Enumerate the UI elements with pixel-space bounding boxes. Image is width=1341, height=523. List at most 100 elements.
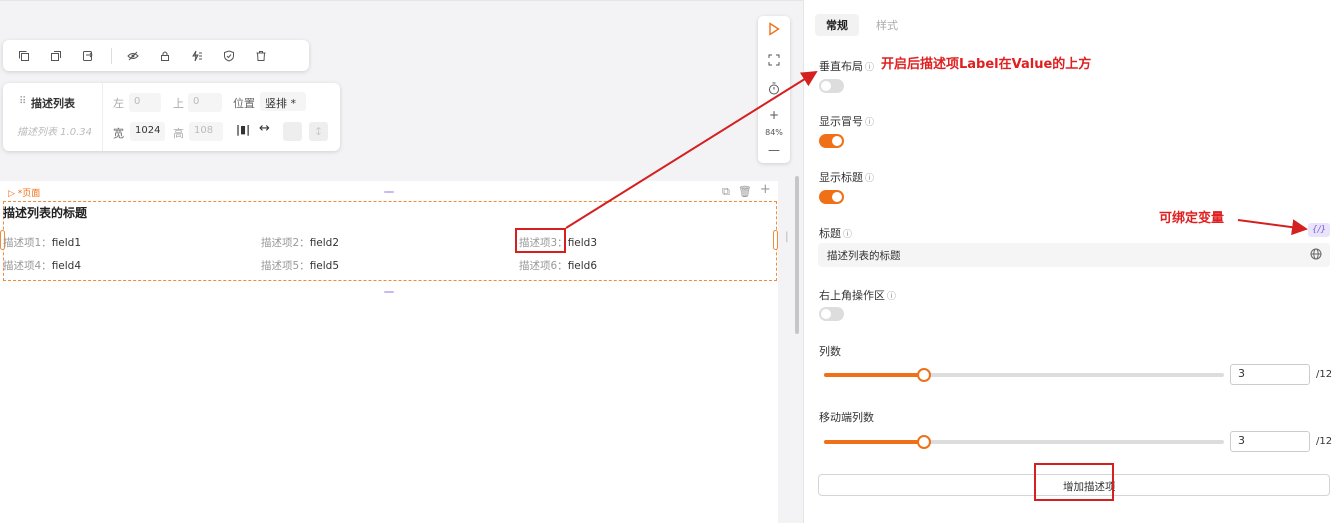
title-field: 标题 ⓘ <box>819 225 852 241</box>
desc-item-value: field4 <box>51 260 82 272</box>
vertical-scrollbar[interactable] <box>795 176 799 334</box>
toggle-knob <box>832 192 842 202</box>
height-label: 高 <box>173 127 184 140</box>
desc-item-label: 描述项4： <box>3 260 52 272</box>
toolbar-divider <box>111 47 112 64</box>
height-input[interactable]: 108 <box>189 122 223 141</box>
shield-icon[interactable] <box>218 45 240 67</box>
tab-general[interactable]: 常规 <box>815 14 859 36</box>
toggle-knob <box>821 81 831 91</box>
event-icon[interactable] <box>186 45 208 67</box>
left-label: 左 <box>113 97 124 110</box>
delete-icon[interactable]: 🗑 <box>738 185 752 199</box>
top-right-actions-toggle[interactable] <box>819 307 844 321</box>
description-list-title: 描述列表的标题 <box>3 206 88 220</box>
info-icon[interactable]: ⓘ <box>865 63 874 73</box>
annotation-box-item3 <box>515 228 566 253</box>
component-properties-card: ⠿ 描述列表 描述列表 1.0.34 左 0 上 0 位置 竖排 * 宽 102… <box>3 83 340 151</box>
position-label: 位置 <box>233 97 255 110</box>
right-resize-handle[interactable] <box>773 230 778 250</box>
annotation-vertical-layout: 开启后描述项Label在Value的上方 <box>881 57 1092 72</box>
desc-item-value: field1 <box>51 237 82 249</box>
bind-variable-button[interactable]: {/} <box>1308 223 1330 237</box>
bottom-drag-handle[interactable] <box>384 291 394 293</box>
eye-off-icon[interactable] <box>122 45 144 67</box>
desc-item-5: 描述项5：field5 <box>261 258 339 273</box>
show-colon-label: 显示冒号 <box>819 115 863 128</box>
align-icon[interactable]: |▮| <box>236 123 250 136</box>
slider-thumb[interactable] <box>917 435 931 449</box>
mobile-columns-slider[interactable] <box>824 435 1224 449</box>
zoom-in-icon[interactable]: + <box>758 108 790 122</box>
position-select[interactable]: 竖排 * <box>260 92 306 111</box>
play-icon[interactable] <box>758 22 790 39</box>
vertical-layout-label: 垂直布局 <box>819 60 863 73</box>
title-label: 标题 <box>819 227 841 240</box>
component-toolbar <box>3 40 309 71</box>
timer-icon[interactable] <box>758 82 790 98</box>
description-list-component[interactable] <box>3 201 777 281</box>
copy-icon[interactable] <box>13 45 35 67</box>
mobile-columns-input[interactable]: 3 <box>1230 431 1310 452</box>
desc-item-2: 描述项2：field2 <box>261 235 339 250</box>
stretch-icon[interactable]: ↔ <box>259 121 270 136</box>
zoom-level: 84% <box>765 128 783 137</box>
slider-thumb[interactable] <box>917 368 931 382</box>
delete-icon[interactable] <box>250 45 272 67</box>
top-right-actions-label: 右上角操作区 <box>819 289 885 302</box>
zoom-controls: + 84% — <box>758 16 790 163</box>
top-label: 上 <box>173 97 184 110</box>
desc-item-value: field2 <box>309 237 340 249</box>
top-right-actions-field: 右上角操作区 ⓘ <box>819 287 896 303</box>
copy-icon[interactable]: ⧉ <box>722 185 730 199</box>
desc-item-value: field3 <box>567 237 598 249</box>
show-colon-toggle[interactable] <box>819 134 844 148</box>
component-header-actions: ⧉ 🗑 + <box>722 182 771 199</box>
show-title-toggle[interactable] <box>819 190 844 204</box>
slider-fill <box>824 373 924 377</box>
info-icon[interactable]: ⓘ <box>843 230 852 240</box>
toggle-knob <box>832 136 842 146</box>
title-input[interactable]: 描述列表的标题 <box>818 243 1330 267</box>
desc-item-label: 描述项5： <box>261 260 310 272</box>
fullscreen-icon[interactable] <box>758 54 790 69</box>
info-icon[interactable]: ⓘ <box>865 118 874 128</box>
vertical-layout-field: 垂直布局 ⓘ <box>819 58 874 74</box>
annotation-bind-variable: 可绑定变量 <box>1159 211 1225 226</box>
drag-grip-icon[interactable]: ⠿ <box>19 96 26 107</box>
desc-item-label: 描述项1： <box>3 237 52 249</box>
top-input[interactable]: 0 <box>188 93 222 112</box>
top-drag-handle[interactable] <box>384 191 394 193</box>
left-input[interactable]: 0 <box>129 93 161 112</box>
columns-slider[interactable] <box>824 368 1224 382</box>
page-label[interactable]: ▷ *页面 <box>8 186 40 199</box>
width-input[interactable]: 1024 <box>130 122 165 141</box>
lock-icon[interactable] <box>154 45 176 67</box>
panel-tabs: 常规 样式 <box>815 14 909 36</box>
columns-label: 列数 <box>819 345 841 358</box>
tab-style[interactable]: 样式 <box>865 14 909 36</box>
vertical-layout-toggle[interactable] <box>819 79 844 93</box>
toggle-knob <box>821 309 831 319</box>
slider-fill <box>824 440 924 444</box>
component-version: 描述列表 1.0.34 <box>17 127 92 138</box>
duplicate-icon[interactable] <box>45 45 67 67</box>
paste-icon[interactable] <box>77 45 99 67</box>
component-name: 描述列表 <box>31 97 75 110</box>
info-icon[interactable]: ⓘ <box>887 292 896 302</box>
show-colon-field: 显示冒号 ⓘ <box>819 113 874 129</box>
design-canvas: ⠿ 描述列表 描述列表 1.0.34 左 0 上 0 位置 竖排 * 宽 102… <box>0 0 803 523</box>
info-icon[interactable]: ⓘ <box>865 174 874 184</box>
globe-icon[interactable] <box>1310 248 1322 263</box>
desc-item-1: 描述项1：field1 <box>3 235 81 250</box>
mobile-columns-label: 移动端列数 <box>819 411 874 424</box>
desc-item-value: field5 <box>309 260 340 272</box>
collapse-button[interactable] <box>283 122 302 141</box>
columns-input[interactable]: 3 <box>1230 364 1310 385</box>
component-info: ⠿ 描述列表 描述列表 1.0.34 <box>3 83 103 151</box>
expand-button[interactable]: ↕ <box>309 122 328 141</box>
zoom-out-icon[interactable]: — <box>758 143 790 157</box>
desc-item-4: 描述项4：field4 <box>3 258 81 273</box>
add-icon[interactable]: + <box>760 182 771 199</box>
annotation-box-add-button <box>1034 463 1114 501</box>
